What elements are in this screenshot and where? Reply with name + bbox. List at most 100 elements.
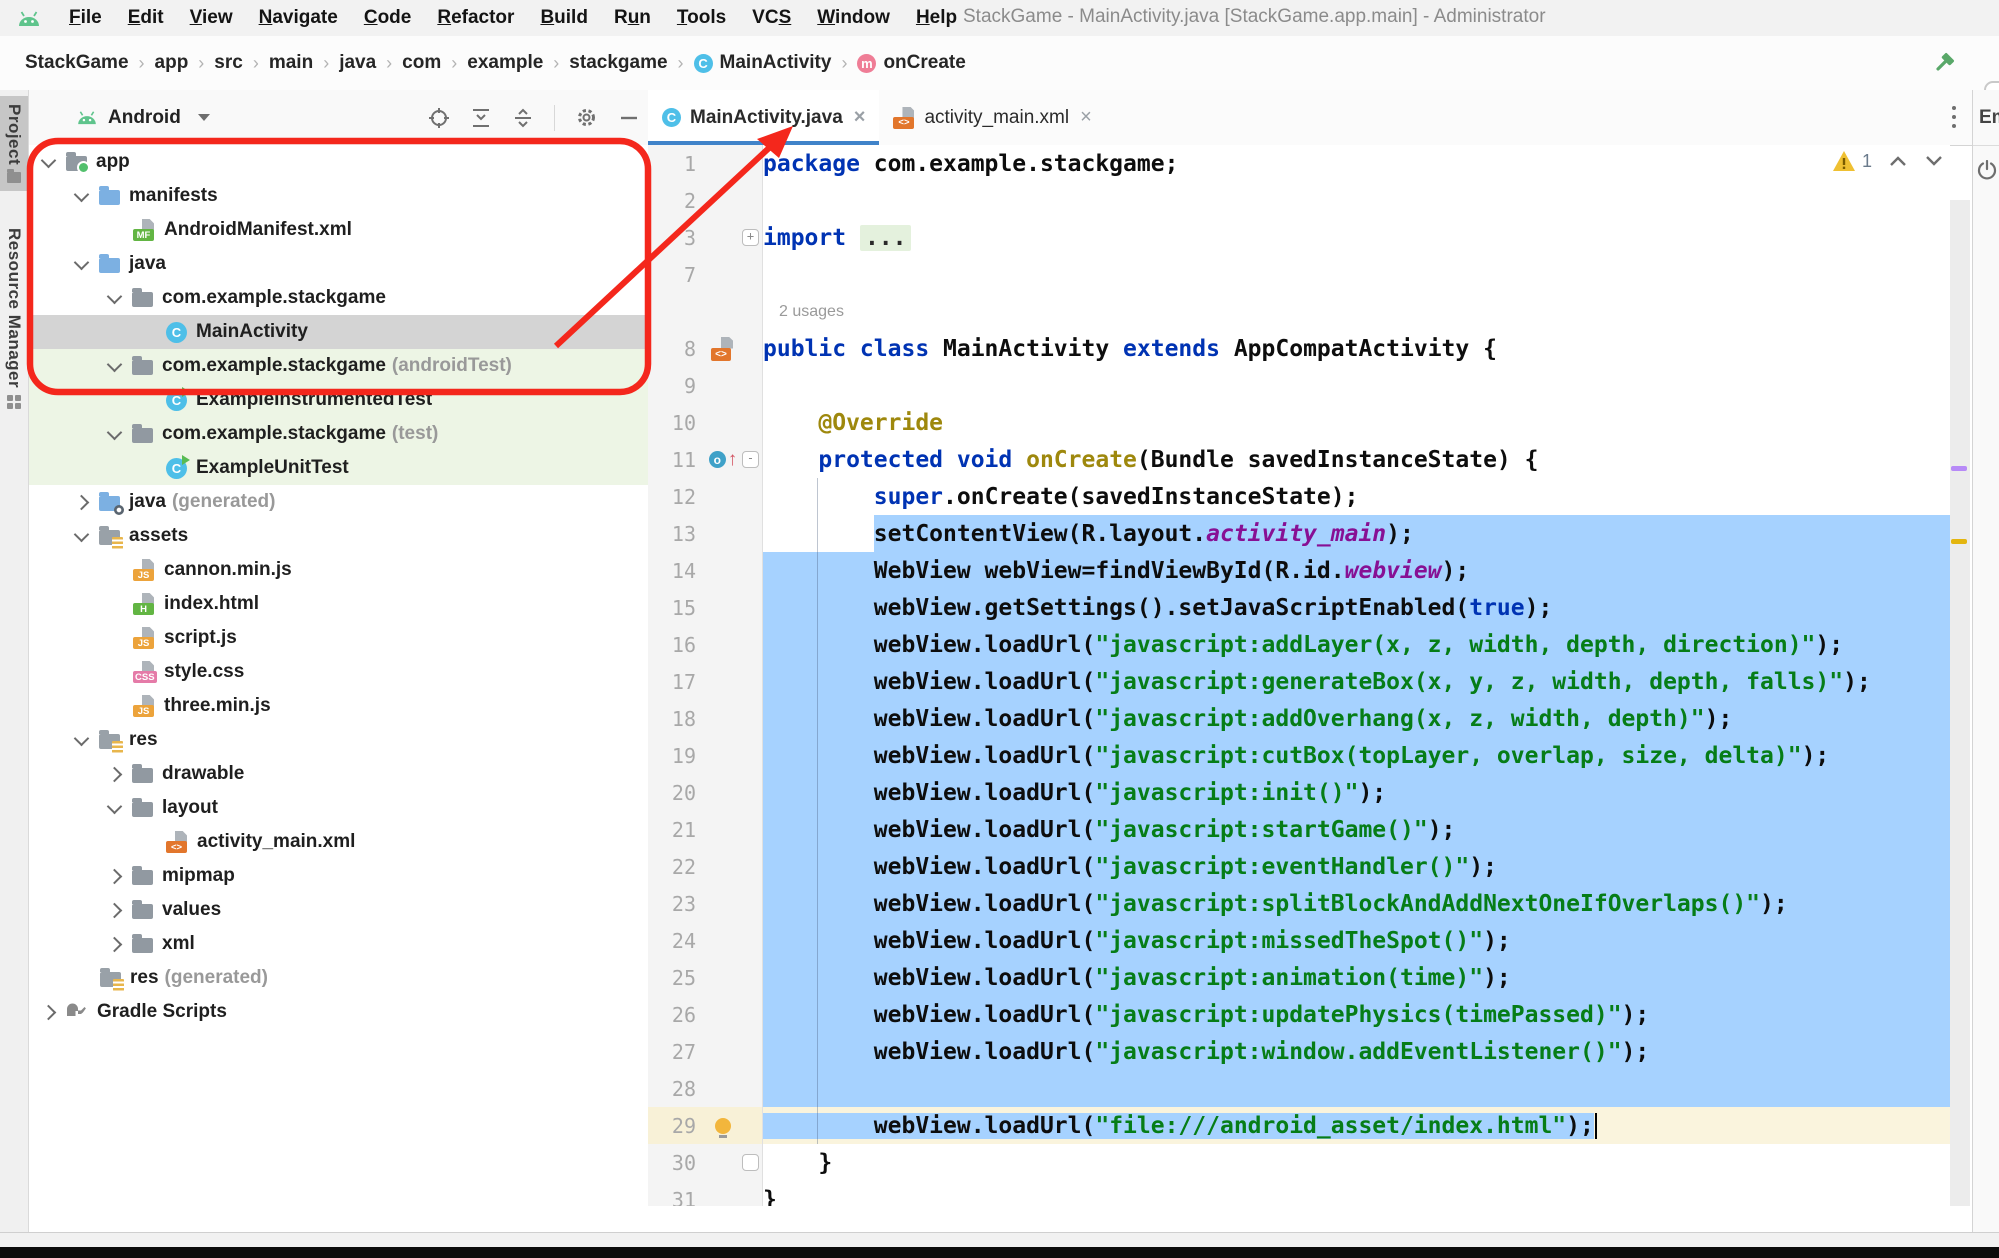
chevron-down-icon[interactable]: [74, 526, 90, 542]
locate-icon[interactable]: [428, 107, 450, 129]
overrides-method-gutter-icon[interactable]: o↑: [709, 450, 738, 469]
fold-marker[interactable]: -: [742, 451, 759, 468]
tree-item-com-example-stackgame[interactable]: com.example.stackgame: [29, 281, 648, 315]
tree-item-java[interactable]: java: [29, 247, 648, 281]
code-line-17[interactable]: 17 webView.loadUrl("javascript:generateB…: [648, 663, 1950, 700]
chevron-down-icon[interactable]: [107, 424, 123, 440]
code-line-1[interactable]: 1package com.example.stackgame;: [648, 145, 1950, 182]
layout-file-gutter-icon[interactable]: <>: [711, 337, 735, 361]
emulator-power-button[interactable]: [1973, 160, 1999, 180]
tool-stripe-project[interactable]: Project: [0, 96, 28, 191]
tree-item-java-generated[interactable]: java(generated): [29, 485, 648, 519]
menu-tools[interactable]: Tools: [664, 7, 739, 28]
chevron-down-icon[interactable]: [74, 730, 90, 746]
breadcrumb-item-stackgame[interactable]: StackGame: [25, 52, 129, 74]
tree-item-gradle-scripts[interactable]: Gradle Scripts: [29, 995, 648, 1029]
more-options-kebab-icon[interactable]: [1950, 104, 1958, 135]
warning-icon[interactable]: [1832, 150, 1856, 172]
menu-refactor[interactable]: Refactor: [424, 7, 527, 28]
chevron-right-icon[interactable]: [107, 868, 123, 884]
fold-marker[interactable]: [742, 1154, 759, 1171]
menu-code[interactable]: Code: [351, 7, 425, 28]
chevron-down-icon[interactable]: [74, 254, 90, 270]
chevron-right-icon[interactable]: [107, 766, 123, 782]
code-line-3[interactable]: 3+import ...: [648, 219, 1950, 256]
breadcrumb-item-stackgame[interactable]: stackgame: [569, 52, 667, 74]
breadcrumb-item-app[interactable]: app: [155, 52, 189, 74]
breadcrumb-item-mainactivity[interactable]: CMainActivity: [694, 52, 832, 74]
tree-item-assets[interactable]: assets: [29, 519, 648, 553]
tree-item-androidmanifest-xml[interactable]: MFAndroidManifest.xml: [29, 213, 648, 247]
code-line-7[interactable]: 7: [648, 256, 1950, 293]
menu-build[interactable]: Build: [527, 7, 601, 28]
code-line-16[interactable]: 16 webView.loadUrl("javascript:addLayer(…: [648, 626, 1950, 663]
tab-mainactivity-java[interactable]: CMainActivity.java×: [648, 90, 879, 145]
code-line-20[interactable]: 20 webView.loadUrl("javascript:init()");: [648, 774, 1950, 811]
menu-edit[interactable]: Edit: [115, 7, 177, 28]
code-line-10[interactable]: 10 @Override: [648, 404, 1950, 441]
chevron-down-icon[interactable]: [107, 356, 123, 372]
menu-navigate[interactable]: Navigate: [246, 7, 351, 28]
project-view-selector[interactable]: Android: [75, 107, 210, 129]
code-line-13[interactable]: 13 setContentView(R.layout.activity_main…: [648, 515, 1950, 552]
breadcrumb-item-main[interactable]: main: [269, 52, 313, 74]
code-line-8[interactable]: 8<>public class MainActivity extends App…: [648, 330, 1950, 367]
breadcrumb-item-example[interactable]: example: [467, 52, 543, 74]
tree-item-cannon-min-js[interactable]: JScannon.min.js: [29, 553, 648, 587]
menu-file[interactable]: File: [56, 7, 115, 28]
tree-item-mipmap[interactable]: mipmap: [29, 859, 648, 893]
tree-item-drawable[interactable]: drawable: [29, 757, 648, 791]
menu-window[interactable]: Window: [804, 7, 903, 28]
code-line-19[interactable]: 19 webView.loadUrl("javascript:cutBox(to…: [648, 737, 1950, 774]
code-line-21[interactable]: 21 webView.loadUrl("javascript:startGame…: [648, 811, 1950, 848]
tree-item-layout[interactable]: layout: [29, 791, 648, 825]
code-line-28[interactable]: 28: [648, 1070, 1950, 1107]
tree-item-style-css[interactable]: CSSstyle.css: [29, 655, 648, 689]
tree-item-index-html[interactable]: Hindex.html: [29, 587, 648, 621]
chevron-down-icon[interactable]: [107, 288, 123, 304]
breadcrumb-item-src[interactable]: src: [214, 52, 243, 74]
tree-item-xml[interactable]: xml: [29, 927, 648, 961]
chevron-right-icon[interactable]: [41, 1004, 57, 1020]
fold-marker[interactable]: +: [742, 229, 759, 246]
tree-item-activity-main-xml[interactable]: <>activity_main.xml: [29, 825, 648, 859]
code-editor[interactable]: 1package com.example.stackgame;23+import…: [648, 145, 1950, 1206]
usages-hint[interactable]: 2 usages: [779, 303, 844, 321]
menu-vcs[interactable]: VCS: [739, 7, 804, 28]
tree-item-com-example-stackgame-test[interactable]: com.example.stackgame(test): [29, 417, 648, 451]
breadcrumb-item-com[interactable]: com: [402, 52, 441, 74]
chevron-right-icon[interactable]: [107, 902, 123, 918]
code-line-18[interactable]: 18 webView.loadUrl("javascript:addOverha…: [648, 700, 1950, 737]
tree-item-com-example-stackgame-androidtest[interactable]: com.example.stackgame(androidTest): [29, 349, 648, 383]
close-icon[interactable]: ×: [854, 106, 866, 129]
menu-help[interactable]: Help: [903, 7, 970, 28]
code-line-11[interactable]: 11o↑- protected void onCreate(Bundle sav…: [648, 441, 1950, 478]
chevron-right-icon[interactable]: [74, 494, 90, 510]
chevron-down-icon[interactable]: [107, 798, 123, 814]
tree-item-script-js[interactable]: JSscript.js: [29, 621, 648, 655]
code-line-30[interactable]: 30 }: [648, 1144, 1950, 1181]
code-line-22[interactable]: 22 webView.loadUrl("javascript:eventHand…: [648, 848, 1950, 885]
code-line-9[interactable]: 9: [648, 367, 1950, 404]
tree-item-manifests[interactable]: manifests: [29, 179, 648, 213]
tree-item-values[interactable]: values: [29, 893, 648, 927]
code-line-27[interactable]: 27 webView.loadUrl("javascript:window.ad…: [648, 1033, 1950, 1070]
expand-all-icon[interactable]: [470, 107, 492, 129]
code-line-14[interactable]: 14 WebView webView=findViewById(R.id.web…: [648, 552, 1950, 589]
code-line-26[interactable]: 26 webView.loadUrl("javascript:updatePhy…: [648, 996, 1950, 1033]
tree-item-app[interactable]: app: [29, 145, 648, 179]
code-line-31[interactable]: 31}: [648, 1181, 1950, 1206]
code-line-25[interactable]: 25 webView.loadUrl("javascript:animation…: [648, 959, 1950, 996]
tree-item-mainactivity[interactable]: CMainActivity: [29, 315, 648, 349]
build-hammer-icon[interactable]: [1929, 48, 1959, 83]
prev-issue-chevron-up-icon[interactable]: [1888, 154, 1908, 168]
code-line-12[interactable]: 12 super.onCreate(savedInstanceState);: [648, 478, 1950, 515]
chevron-down-icon[interactable]: [41, 152, 57, 168]
settings-gear-icon[interactable]: [575, 106, 598, 129]
tree-item-exampleunittest[interactable]: CExampleUnitTest: [29, 451, 648, 485]
emulator-panel-header[interactable]: Emulator: [1973, 90, 1999, 146]
tree-item-exampleinstrumentedtest[interactable]: CExampleInstrumentedTest: [29, 383, 648, 417]
tool-stripe-resource-manager[interactable]: Resource Manager: [0, 220, 28, 417]
code-line-29[interactable]: 29 webView.loadUrl("file:///android_asse…: [648, 1107, 1950, 1144]
chevron-down-icon[interactable]: [74, 186, 90, 202]
